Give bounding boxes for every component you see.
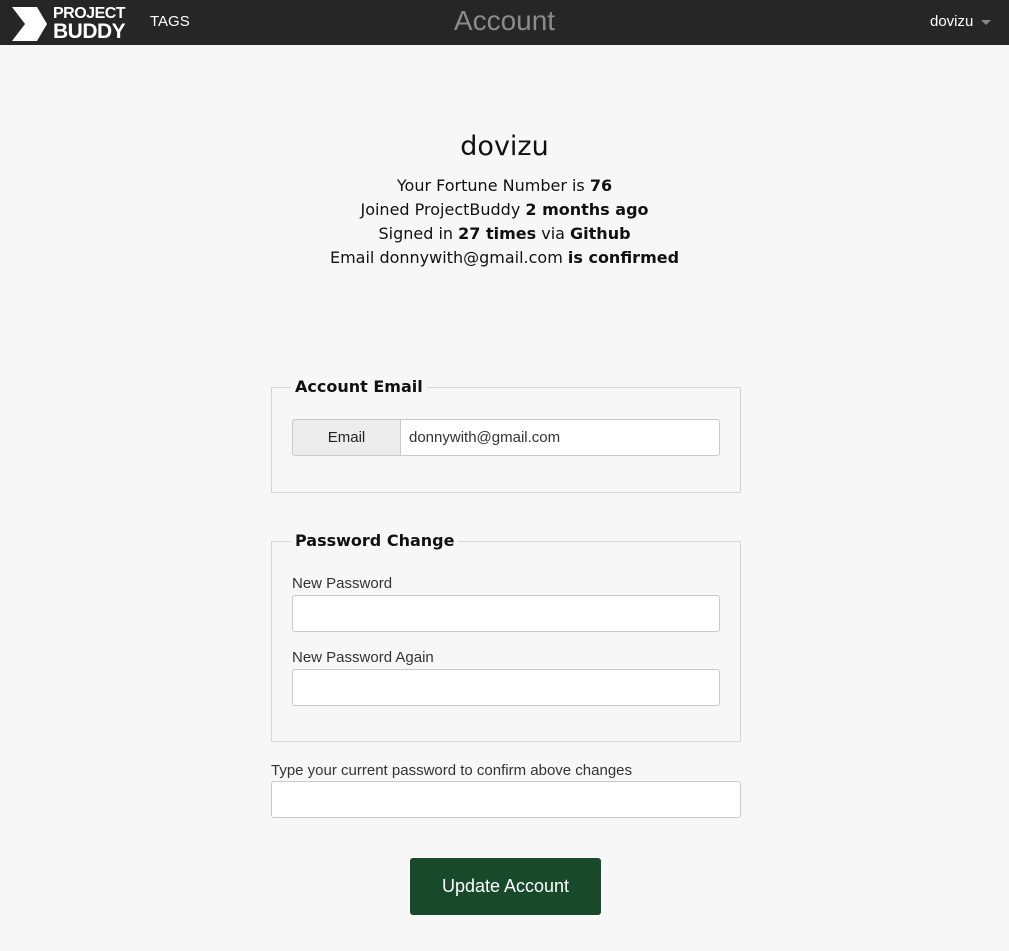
update-account-button[interactable]: Update Account — [410, 858, 601, 915]
signin-text: Signed in — [378, 224, 459, 243]
email-input-group: Email — [292, 419, 720, 456]
email-text: Email — [329, 248, 380, 267]
joined-value: 2 months ago — [525, 200, 649, 219]
signin-via: via — [536, 224, 571, 243]
user-menu-toggle[interactable]: dovizu — [930, 13, 973, 30]
fortune-number: 76 — [589, 176, 613, 195]
new-password-again-label: New Password Again — [292, 649, 434, 666]
signin-count: 27 times — [458, 224, 537, 243]
email-status: is confirmed — [567, 248, 680, 267]
account-email-fieldset: Account Email Email — [271, 376, 741, 493]
signin-line: Signed in 27 times via Github — [0, 222, 1009, 246]
fortune-line: Your Fortune Number is 76 — [0, 174, 1009, 198]
email-addon-label: Email — [292, 419, 400, 456]
email-address: donnywith@gmail.com — [379, 248, 563, 267]
password-change-legend: Password Change — [291, 530, 459, 552]
profile-summary: dovizu Your Fortune Number is 76 Joined … — [0, 128, 1009, 270]
page-title: Account — [453, 5, 556, 36]
email-status-line: Email donnywith@gmail.com is confirmed — [0, 246, 1009, 270]
profile-username: dovizu — [460, 131, 549, 162]
email-field[interactable] — [400, 419, 720, 456]
new-password-again-field[interactable] — [292, 669, 720, 706]
joined-line: Joined ProjectBuddy 2 months ago — [0, 198, 1009, 222]
account-email-legend: Account Email — [291, 376, 427, 398]
new-password-field[interactable] — [292, 595, 720, 632]
signin-provider: Github — [570, 224, 631, 243]
joined-text: Joined ProjectBuddy — [360, 200, 526, 219]
navbar: PROJECT BUDDY TAGS Account dovizu — [0, 0, 1009, 45]
fortune-text: Your Fortune Number is — [396, 176, 590, 195]
password-change-fieldset: Password Change New Password New Passwor… — [271, 530, 741, 742]
current-password-field[interactable] — [271, 781, 741, 818]
new-password-label: New Password — [292, 575, 393, 592]
current-password-label: Type your current password to confirm ab… — [271, 762, 633, 779]
caret-down-icon[interactable] — [981, 20, 991, 25]
